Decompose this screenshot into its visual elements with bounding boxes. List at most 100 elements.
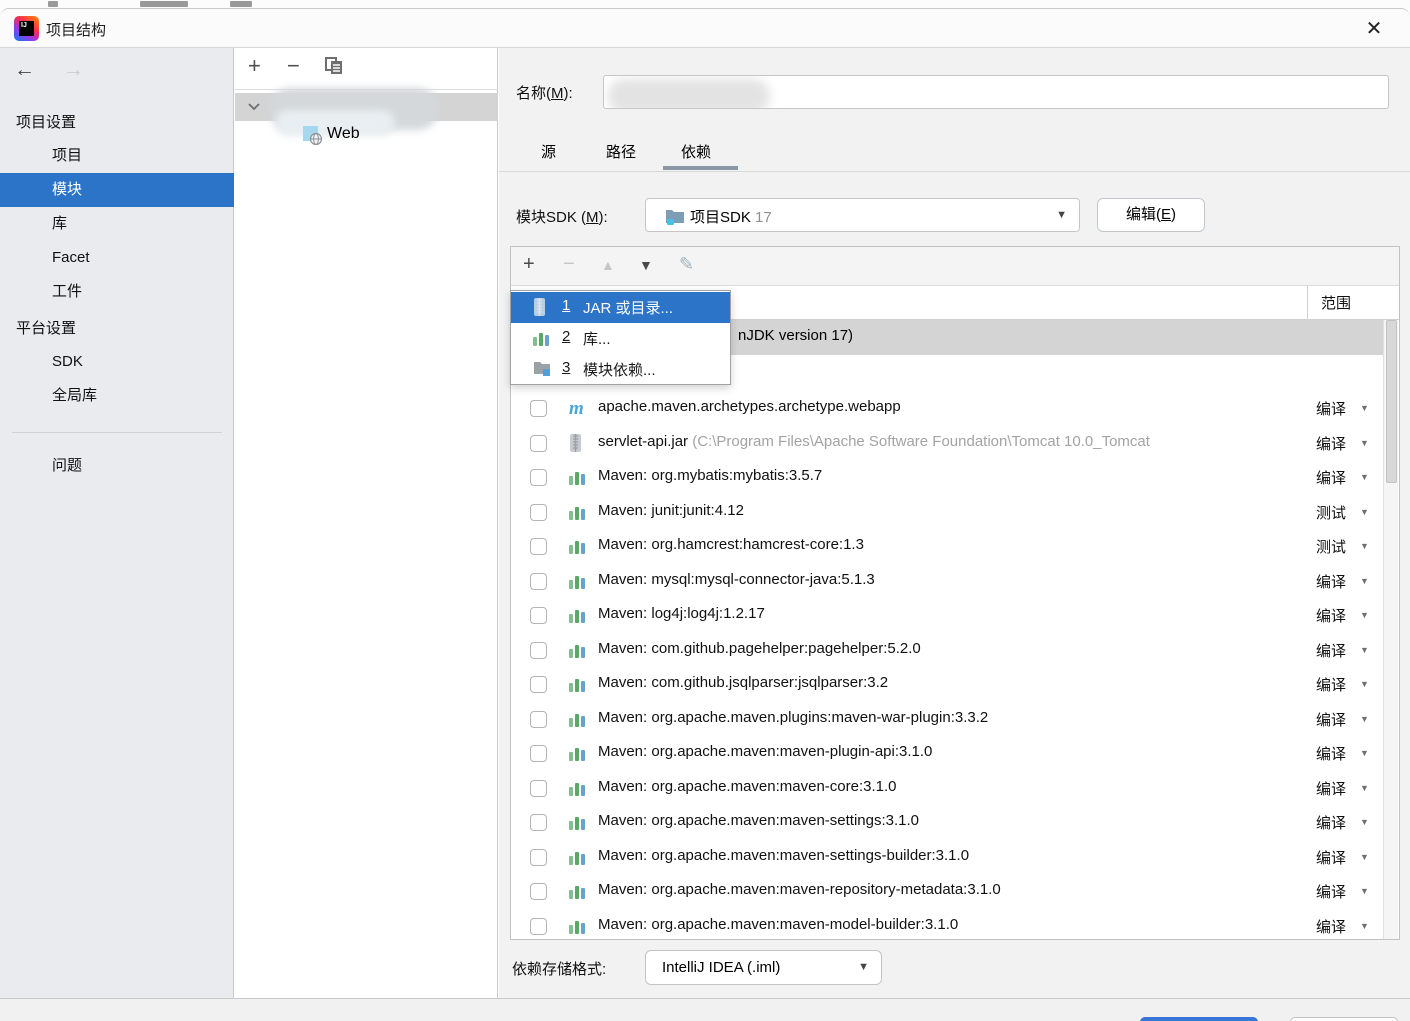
- export-checkbox[interactable]: [530, 607, 547, 624]
- dependency-row[interactable]: Maven: mysql:mysql-connector-java:5.1.3 编…: [512, 565, 1384, 599]
- scope-dropdown-icon[interactable]: ▼: [1360, 921, 1369, 931]
- name-label: 名称(M):: [516, 85, 573, 102]
- scope-value[interactable]: 编译: [1270, 709, 1346, 730]
- copy-module-icon[interactable]: [325, 57, 343, 75]
- dependency-row[interactable]: Maven: com.github.pagehelper:pagehelper:…: [512, 634, 1384, 668]
- dependency-row[interactable]: Maven: org.apache.maven.plugins:maven-wa…: [512, 703, 1384, 737]
- scope-value[interactable]: 编译: [1270, 398, 1346, 419]
- ok-button-partial[interactable]: [1140, 1017, 1258, 1021]
- export-checkbox[interactable]: [530, 814, 547, 831]
- popup-item-jar[interactable]: 1 JAR 或目录...: [511, 292, 730, 323]
- add-dependency-icon[interactable]: +: [523, 253, 535, 276]
- dependency-row[interactable]: m apache.maven.archetypes.archetype.webap…: [512, 392, 1384, 426]
- chevron-down-icon[interactable]: [246, 98, 262, 114]
- export-checkbox[interactable]: [530, 917, 547, 935]
- storage-format-select[interactable]: IntelliJ IDEA (.iml) ▼: [645, 950, 882, 985]
- tab-paths[interactable]: 路径: [606, 141, 636, 162]
- popup-item-module[interactable]: 3 模块依赖...: [511, 354, 730, 385]
- export-checkbox[interactable]: [530, 469, 547, 486]
- dependency-name: Maven: org.apache.maven:maven-settings-b…: [598, 846, 970, 864]
- export-checkbox[interactable]: [530, 710, 547, 728]
- scope-value[interactable]: 编译: [1270, 605, 1346, 626]
- close-icon[interactable]: ✕: [1360, 15, 1388, 43]
- sidebar-item-libraries[interactable]: 库: [0, 207, 234, 241]
- scope-dropdown-icon[interactable]: ▼: [1360, 714, 1369, 724]
- module-name-input[interactable]: [603, 75, 1389, 109]
- dependency-row[interactable]: Maven: org.apache.maven:maven-repository…: [512, 875, 1384, 909]
- scope-value[interactable]: 编译: [1270, 916, 1346, 937]
- sidebar-item-project[interactable]: 项目: [0, 139, 234, 173]
- scope-dropdown-icon[interactable]: ▼: [1360, 886, 1369, 896]
- scope-dropdown-icon[interactable]: ▼: [1360, 783, 1369, 793]
- dependency-row[interactable]: Maven: com.github.jsqlparser:jsqlparser:…: [512, 668, 1384, 702]
- dependency-row[interactable]: Maven: org.apache.maven:maven-settings-b…: [512, 841, 1384, 875]
- dependency-row[interactable]: Maven: org.apache.maven:maven-model-buil…: [512, 910, 1384, 940]
- add-module-icon[interactable]: +: [248, 53, 261, 79]
- dependency-row[interactable]: Maven: junit:junit:4.12 测试 ▼: [512, 496, 1384, 530]
- export-checkbox[interactable]: [530, 848, 547, 866]
- scope-value[interactable]: 编译: [1270, 433, 1346, 454]
- export-checkbox[interactable]: [530, 641, 547, 659]
- scope-value[interactable]: 编译: [1270, 812, 1346, 833]
- scope-value[interactable]: 编译: [1270, 847, 1346, 868]
- scope-value[interactable]: 编译: [1270, 467, 1346, 488]
- scope-value[interactable]: 测试: [1270, 536, 1346, 557]
- tab-sources[interactable]: 源: [541, 141, 556, 162]
- jar-icon: [533, 298, 553, 318]
- scope-dropdown-icon[interactable]: ▼: [1360, 403, 1369, 413]
- vertical-scrollbar[interactable]: [1383, 320, 1398, 939]
- scope-dropdown-icon[interactable]: ▼: [1360, 507, 1369, 517]
- popup-item-library[interactable]: 2 库...: [511, 323, 730, 354]
- scope-value[interactable]: 编译: [1270, 743, 1346, 764]
- back-arrow-icon[interactable]: ←: [14, 58, 35, 81]
- scope-dropdown-icon[interactable]: ▼: [1360, 576, 1369, 586]
- scope-dropdown-icon[interactable]: ▼: [1360, 438, 1369, 448]
- sidebar-item-modules[interactable]: 模块: [0, 173, 234, 207]
- scope-value[interactable]: 编译: [1270, 881, 1346, 902]
- export-checkbox[interactable]: [530, 400, 547, 417]
- scope-value[interactable]: 编译: [1270, 778, 1346, 799]
- add-dependency-popup: 1 JAR 或目录... 2 库... 3 模块依赖...: [510, 290, 731, 385]
- dependency-row[interactable]: servlet-api.jar (C:\Program Files\Apache…: [512, 427, 1384, 461]
- export-checkbox[interactable]: [530, 883, 547, 900]
- tree-row-web[interactable]: Web: [235, 122, 498, 150]
- export-checkbox[interactable]: [530, 745, 547, 762]
- tab-dependencies[interactable]: 依赖: [681, 141, 711, 162]
- module-sdk-select[interactable]: 项目SDK 17 ▼: [645, 198, 1080, 232]
- sidebar-item-facet[interactable]: Facet: [0, 241, 234, 275]
- export-checkbox[interactable]: [530, 572, 547, 590]
- move-down-icon[interactable]: ▼: [639, 257, 653, 273]
- scope-dropdown-icon[interactable]: ▼: [1360, 541, 1369, 551]
- scope-dropdown-icon[interactable]: ▼: [1360, 748, 1369, 758]
- scope-dropdown-icon[interactable]: ▼: [1360, 645, 1369, 655]
- cancel-button-partial[interactable]: [1290, 1017, 1398, 1021]
- scope-dropdown-icon[interactable]: ▼: [1360, 817, 1369, 827]
- sidebar-item-artifacts[interactable]: 工件: [0, 275, 234, 309]
- dependency-name: Maven: org.apache.maven:maven-plugin-api…: [598, 743, 933, 760]
- scope-value[interactable]: 编译: [1270, 674, 1346, 695]
- export-checkbox[interactable]: [530, 779, 547, 797]
- dependency-row[interactable]: Maven: log4j:log4j:1.2.17 编译 ▼: [512, 599, 1384, 633]
- dependency-row[interactable]: Maven: org.apache.maven:maven-settings:3…: [512, 806, 1384, 840]
- sidebar-item-global-libraries[interactable]: 全局库: [0, 379, 234, 413]
- sidebar-item-sdk[interactable]: SDK: [0, 345, 234, 379]
- scope-value[interactable]: 编译: [1270, 571, 1346, 592]
- remove-module-icon[interactable]: −: [287, 53, 300, 79]
- dependency-row[interactable]: Maven: org.apache.maven:maven-core:3.1.0…: [512, 772, 1384, 806]
- dependency-row[interactable]: Maven: org.apache.maven:maven-plugin-api…: [512, 737, 1384, 771]
- scope-dropdown-icon[interactable]: ▼: [1360, 679, 1369, 689]
- export-checkbox[interactable]: [530, 434, 547, 452]
- dependency-row[interactable]: Maven: org.mybatis:mybatis:3.5.7 编译 ▼: [512, 461, 1384, 495]
- scope-dropdown-icon[interactable]: ▼: [1360, 852, 1369, 862]
- scope-dropdown-icon[interactable]: ▼: [1360, 472, 1369, 482]
- scrollbar-thumb[interactable]: [1386, 320, 1397, 483]
- sidebar-item-problems[interactable]: 问题: [0, 449, 234, 483]
- export-checkbox[interactable]: [530, 676, 547, 693]
- scope-dropdown-icon[interactable]: ▼: [1360, 610, 1369, 620]
- scope-value[interactable]: 测试: [1270, 502, 1346, 523]
- export-checkbox[interactable]: [530, 503, 547, 521]
- edit-sdk-button[interactable]: 编辑(E): [1097, 198, 1205, 232]
- export-checkbox[interactable]: [530, 538, 547, 555]
- scope-value[interactable]: 编译: [1270, 640, 1346, 661]
- dependency-row[interactable]: Maven: org.hamcrest:hamcrest-core:1.3 测试 ▼: [512, 530, 1384, 564]
